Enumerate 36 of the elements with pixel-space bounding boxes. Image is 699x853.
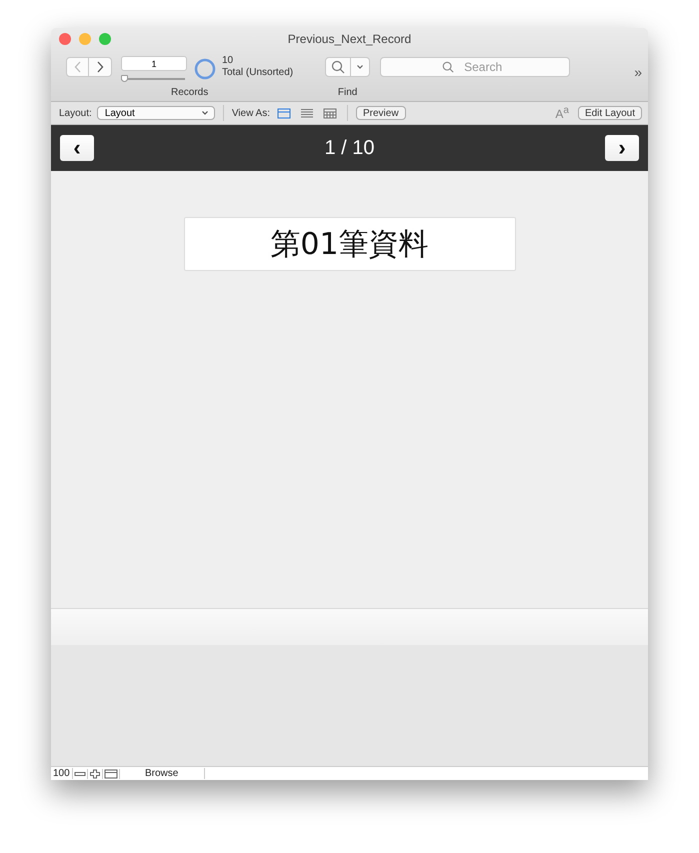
- ring-icon: [194, 58, 216, 80]
- zoom-level[interactable]: 100: [51, 768, 73, 779]
- caret-icon: [356, 64, 364, 70]
- zoom-button[interactable]: [99, 33, 111, 45]
- found-count: 10: [222, 55, 234, 67]
- caret-icon: [200, 110, 209, 116]
- layout-dropdown[interactable]: Layout: [96, 106, 215, 120]
- table-view-button[interactable]: [320, 108, 339, 118]
- next-record-button[interactable]: [89, 57, 112, 77]
- chevron-right-icon: [96, 61, 104, 73]
- find-menu-button[interactable]: [351, 57, 370, 77]
- layout-label: Layout:: [59, 108, 92, 118]
- search-icon: [331, 60, 346, 74]
- window-title: Previous_Next_Record: [288, 32, 412, 46]
- status-toolbar-icon[interactable]: [102, 768, 120, 778]
- previous-button[interactable]: ‹: [60, 135, 94, 161]
- mode-label[interactable]: Browse: [120, 768, 205, 779]
- search-icon: [442, 61, 454, 73]
- search-field[interactable]: Search: [380, 57, 570, 77]
- find-button[interactable]: [325, 57, 352, 77]
- next-button[interactable]: ›: [604, 135, 639, 161]
- edit-layout-button[interactable]: Edit Layout: [578, 106, 642, 120]
- overflow-button[interactable]: »: [634, 64, 642, 80]
- record-number-field[interactable]: 1: [121, 56, 187, 71]
- record-field[interactable]: 第01筆資料: [184, 217, 516, 271]
- record-counter: 1 / 10: [324, 136, 375, 160]
- preview-button[interactable]: Preview: [356, 106, 406, 120]
- form-view-button[interactable]: [274, 108, 293, 118]
- view-as-label: View As:: [232, 108, 270, 118]
- records-label: Records: [171, 87, 208, 98]
- find-label: Find: [338, 87, 358, 98]
- zoom-in-icon[interactable]: [88, 768, 103, 778]
- total-label: Total (Unsorted): [222, 67, 294, 79]
- zoom-out-icon[interactable]: [72, 768, 88, 778]
- chevron-left-icon: [74, 61, 82, 73]
- close-button[interactable]: [59, 33, 71, 45]
